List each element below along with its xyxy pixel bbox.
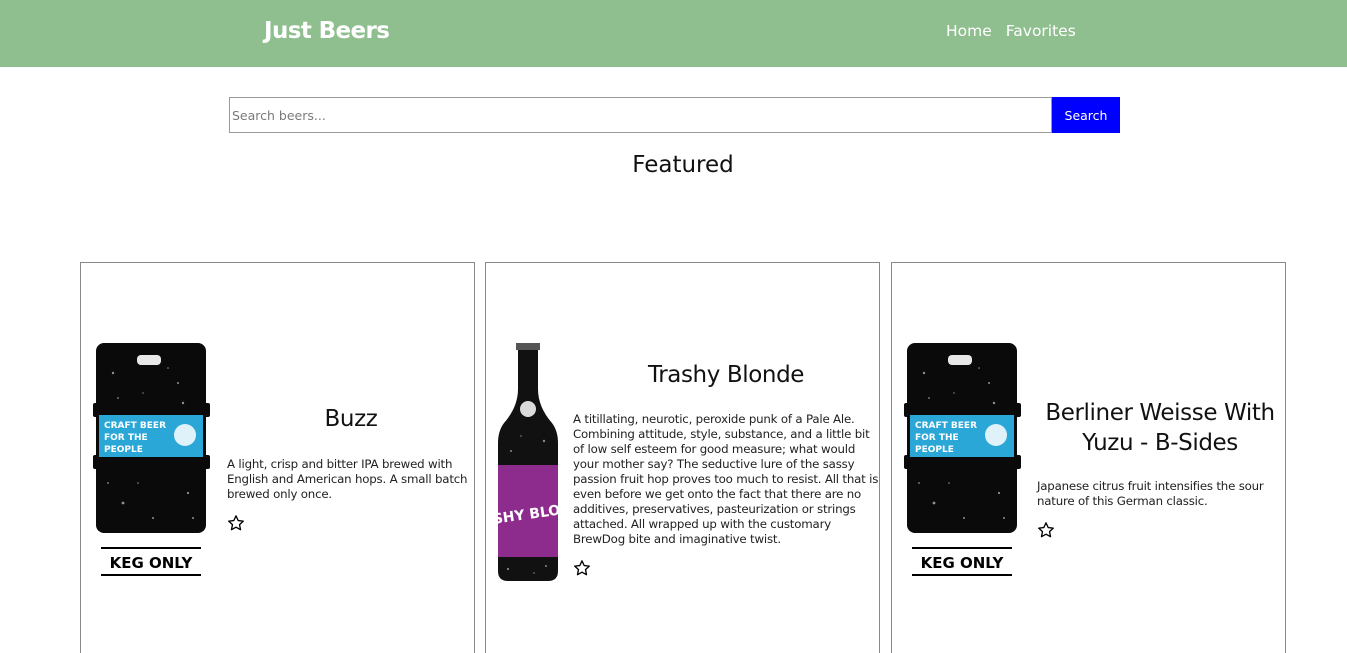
beer-description: A titillating, neurotic, peroxide punk o… xyxy=(573,412,879,546)
navbar: Just Beers Home Favorites xyxy=(0,0,1347,67)
favorite-star-icon[interactable] xyxy=(1037,521,1055,539)
search-input[interactable] xyxy=(229,97,1052,133)
featured-heading: Featured xyxy=(632,152,734,178)
beer-name: Buzz xyxy=(324,406,378,432)
keg-footer-text: KEG ONLY xyxy=(110,554,194,572)
beer-card[interactable]: CRAFT BEER FOR THE PEOPLE KEG ONLY Berli… xyxy=(891,262,1286,653)
keg-label-text: FOR THE xyxy=(104,433,148,443)
keg-label-text: CRAFT BEER xyxy=(915,421,977,431)
beer-card[interactable]: TRASHY BLONDE Trashy Blonde A titillatin… xyxy=(485,262,880,653)
beer-card[interactable]: CRAFT BEER FOR THE PEOPLE KEG ONLY Buzz … xyxy=(80,262,475,653)
keg-icon: CRAFT BEER FOR THE PEOPLE KEG ONLY xyxy=(93,343,210,576)
keg-label-text: FOR THE xyxy=(915,433,959,443)
keg-footer-text: KEG ONLY xyxy=(921,554,1005,572)
search-button[interactable]: Search xyxy=(1052,97,1120,133)
bottle-icon: TRASHY BLONDE xyxy=(496,343,560,581)
beer-description: Japanese citrus fruit intensifies the so… xyxy=(1037,479,1264,508)
search-bar: Search xyxy=(229,97,1120,133)
keg-label-text: PEOPLE xyxy=(104,445,143,455)
nav-links: Home Favorites xyxy=(946,22,1076,40)
favorite-star-icon[interactable] xyxy=(573,559,591,577)
keg-label-text: PEOPLE xyxy=(915,445,954,455)
favorite-star-icon[interactable] xyxy=(227,514,245,532)
nav-link-favorites[interactable]: Favorites xyxy=(1006,22,1076,40)
keg-label-text: CRAFT BEER xyxy=(104,421,166,431)
keg-icon: CRAFT BEER FOR THE PEOPLE KEG ONLY xyxy=(904,343,1021,576)
beer-description: A light, crisp and bitter IPA brewed wit… xyxy=(227,457,468,501)
beer-name: Trashy Blonde xyxy=(647,362,805,388)
brand-logo[interactable]: Just Beers xyxy=(264,18,390,44)
beer-name: Berliner Weisse With Yuzu - B-Sides xyxy=(1045,400,1275,456)
nav-link-home[interactable]: Home xyxy=(946,22,992,40)
